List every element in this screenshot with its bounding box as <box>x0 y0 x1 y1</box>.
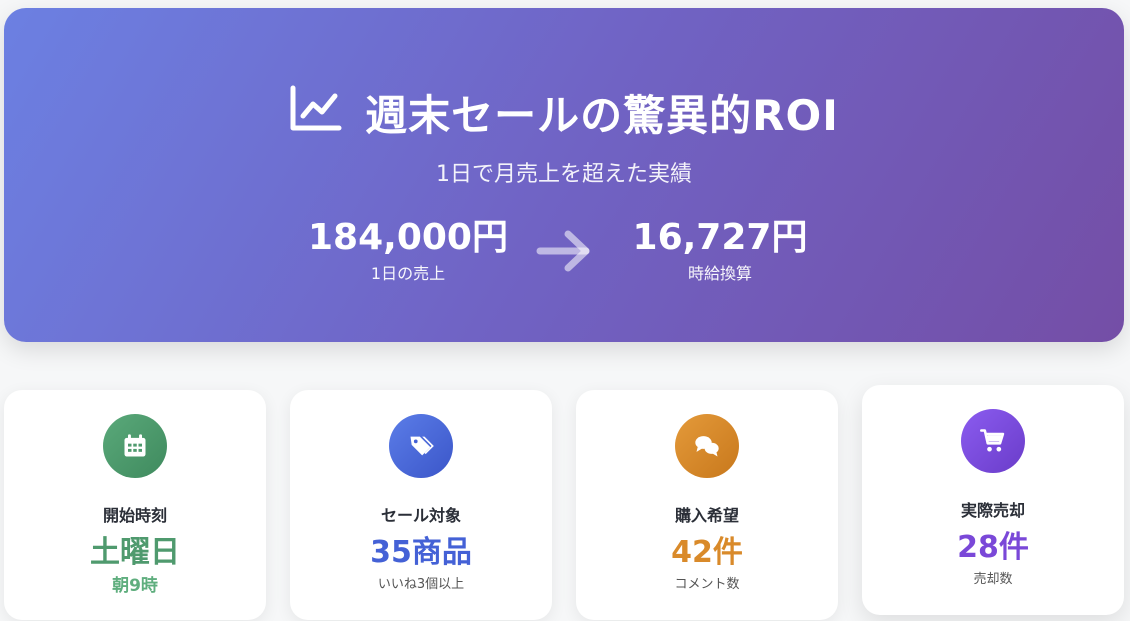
card-title: セール対象 <box>380 506 461 525</box>
start-time-card: 開始時刻 土曜日 朝9時 <box>4 390 266 620</box>
card-value: 28件 <box>957 530 1029 565</box>
roi-hero-banner: 週末セールの驚異的ROI 1日で月売上を超えた実績 184,000円 1日の売上… <box>4 8 1124 342</box>
calendar-icon <box>103 414 167 478</box>
hero-title-row: 週末セールの驚異的ROI <box>4 82 1124 143</box>
chat-bubbles-icon <box>675 414 739 478</box>
tag-icon <box>389 414 453 478</box>
hourly-rate-label: 時給換算 <box>687 263 752 283</box>
card-title: 実際売却 <box>960 501 1025 520</box>
card-value: 土曜日 <box>90 535 180 570</box>
line-chart-icon <box>289 84 343 142</box>
sold-items-card: 実際売却 28件 売却数 <box>862 385 1124 615</box>
purchase-requests-card: 購入希望 42件 コメント数 <box>576 390 838 620</box>
card-value: 35商品 <box>370 535 472 570</box>
card-note: コメント数 <box>674 577 740 592</box>
card-value: 42件 <box>671 535 743 570</box>
arrow-right-icon <box>508 218 620 276</box>
card-note: 朝9時 <box>112 576 158 596</box>
sale-items-card: セール対象 35商品 いいね3個以上 <box>290 390 552 620</box>
card-note: いいね3個以上 <box>377 577 465 592</box>
daily-sales-label: 1日の売上 <box>370 263 446 283</box>
card-title: 購入希望 <box>674 506 739 525</box>
card-title: 開始時刻 <box>102 506 167 525</box>
daily-sales-value: 184,000円 <box>308 217 508 258</box>
cart-icon <box>961 409 1025 473</box>
card-note: 売却数 <box>973 572 1013 587</box>
roi-metrics: 184,000円 1日の売上 16,727円 時給換算 <box>4 218 1124 284</box>
hourly-rate-value: 16,727円 <box>632 217 808 258</box>
hourly-rate-metric: 16,727円 時給換算 <box>620 218 820 284</box>
hero-subtitle: 1日で月売上を超えた実績 <box>436 162 692 187</box>
page-title: 週末セールの驚異的ROI <box>365 91 839 140</box>
daily-sales-metric: 184,000円 1日の売上 <box>308 218 508 284</box>
